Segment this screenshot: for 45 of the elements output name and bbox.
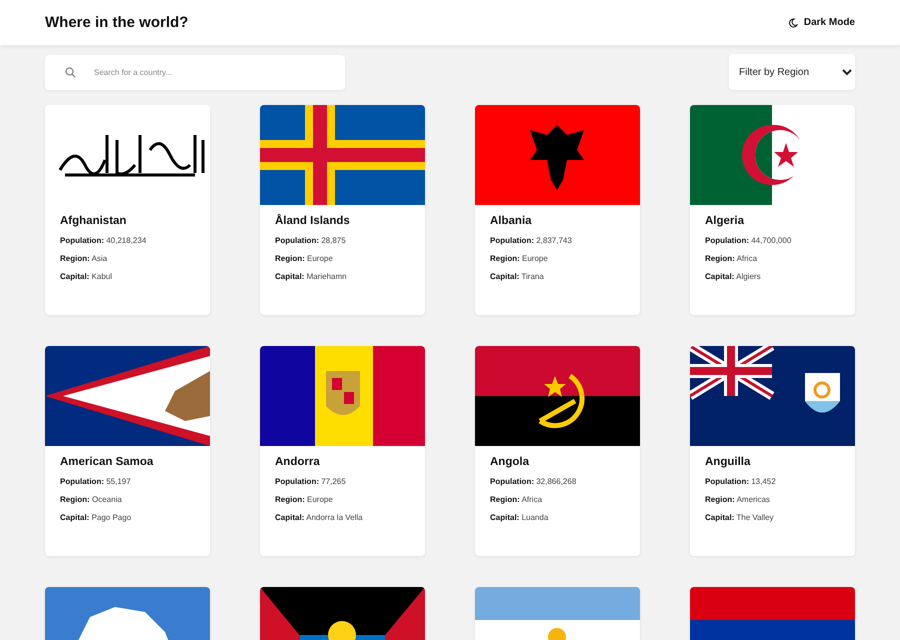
country-name: Afghanistan	[60, 215, 128, 227]
search-field[interactable]: Search for a country...	[45, 54, 345, 90]
country-card[interactable]: Anguilla Population: 13,452 Region: Americas Capital: The Valley	[690, 346, 855, 556]
capital-text: Capital: Luanda	[490, 513, 550, 522]
capital-text: Capital: Andorra la Vella	[275, 513, 364, 522]
region-text: Region: Americas	[705, 495, 771, 504]
population-text: Population: 13,452	[705, 477, 777, 486]
capital-text: Capital: Pago Pago	[60, 513, 132, 522]
country-card[interactable]: Afghanistan Population: 40,218,234 Region: Asia Capital: Kabul	[45, 105, 210, 315]
region-text: Region: Africa	[705, 254, 758, 263]
population-text: Population: 2,837,743	[490, 236, 573, 245]
region-text: Region: Oceania	[60, 495, 123, 504]
region-text: Region: Asia	[60, 254, 108, 263]
capital-text: Capital: Algiers	[705, 272, 762, 281]
country-name: Andorra	[275, 456, 321, 468]
country-name: Åland Islands	[275, 215, 351, 227]
population-text: Population: 55,197	[60, 477, 132, 486]
population-text: Population: 32,866,268	[490, 477, 578, 486]
population-text: Population: 77,265	[275, 477, 347, 486]
country-card[interactable]: Åland Islands Population: 28,875 Region: Europe Capital: Mariehamn	[260, 105, 425, 315]
country-name: Albania	[490, 215, 533, 227]
app-title: Where in the world?	[45, 14, 188, 31]
country-name: Angola	[490, 456, 530, 468]
population-text: Population: 40,218,234	[60, 236, 148, 245]
country-card[interactable]: Algeria Population: 44,700,000 Region: Africa Capital: Algiers	[690, 105, 855, 315]
population-text: Population: 44,700,000	[705, 236, 792, 245]
country-card[interactable]: Albania Population: 2,837,743 Region: Europe Capital: Tirana	[475, 105, 640, 315]
capital-text: Capital: Tirana	[490, 272, 545, 281]
country-card[interactable]: Angola Population: 32,866,268 Region: Africa Capital: Luanda	[475, 346, 640, 556]
dark-mode-button[interactable]: Dark Mode	[788, 13, 855, 32]
region-text: Region: Africa	[490, 495, 544, 504]
region-text: Region: Europe	[275, 254, 334, 263]
region-filter-dropdown[interactable]: Filter by Region	[729, 54, 855, 90]
moon-icon	[788, 18, 798, 28]
country-card[interactable]: American Samoa Population: 55,197 Region: Oceania Capital: Pago Pago	[45, 346, 210, 556]
region-text: Region: Europe	[490, 254, 549, 263]
capital-text: Capital: Mariehamn	[275, 272, 348, 281]
country-name: American Samoa	[60, 456, 154, 468]
country-name: Anguilla	[705, 456, 752, 468]
population-text: Population: 28,875	[275, 236, 347, 245]
country-name: Algeria	[705, 215, 745, 227]
country-card[interactable]: Andorra Population: 77,265 Region: Europe Capital: Andorra la Vella	[260, 346, 425, 556]
capital-text: Capital: The Valley	[705, 513, 775, 522]
region-text: Region: Europe	[275, 495, 334, 504]
capital-text: Capital: Kabul	[60, 272, 114, 281]
